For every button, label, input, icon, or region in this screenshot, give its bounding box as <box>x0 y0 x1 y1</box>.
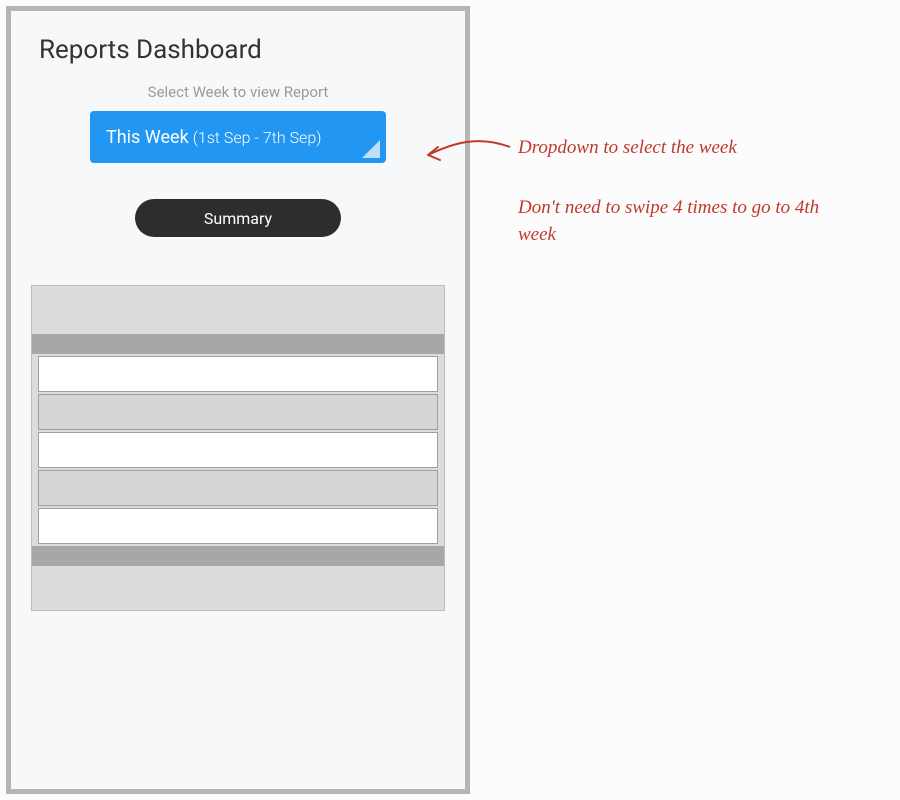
week-select-dropdown[interactable]: This Week (1st Sep - 7th Sep) <box>90 111 386 163</box>
page-title: Reports Dashboard <box>11 11 465 83</box>
week-select-value-range: (1st Sep - 7th Sep) <box>193 128 322 147</box>
table-header-placeholder <box>32 286 444 334</box>
dropdown-indicator-icon <box>362 140 380 158</box>
table-row <box>38 432 438 468</box>
table-divider <box>32 546 444 566</box>
annotation-swipe-note: Don't need to swipe 4 times to go to 4th… <box>518 195 848 248</box>
table-row <box>38 356 438 392</box>
week-select-value-main: This Week <box>106 127 189 148</box>
report-table-placeholder <box>31 285 445 611</box>
table-row <box>38 508 438 544</box>
table-divider <box>32 334 444 354</box>
annotation-dropdown-note: Dropdown to select the week <box>518 135 737 162</box>
summary-button-label: Summary <box>204 209 272 228</box>
week-select-label: Select Week to view Report <box>11 83 465 101</box>
summary-button[interactable]: Summary <box>135 199 341 237</box>
app-frame: Reports Dashboard Select Week to view Re… <box>6 6 470 794</box>
table-row <box>38 394 438 430</box>
table-footer-placeholder <box>32 566 444 610</box>
table-row <box>38 470 438 506</box>
